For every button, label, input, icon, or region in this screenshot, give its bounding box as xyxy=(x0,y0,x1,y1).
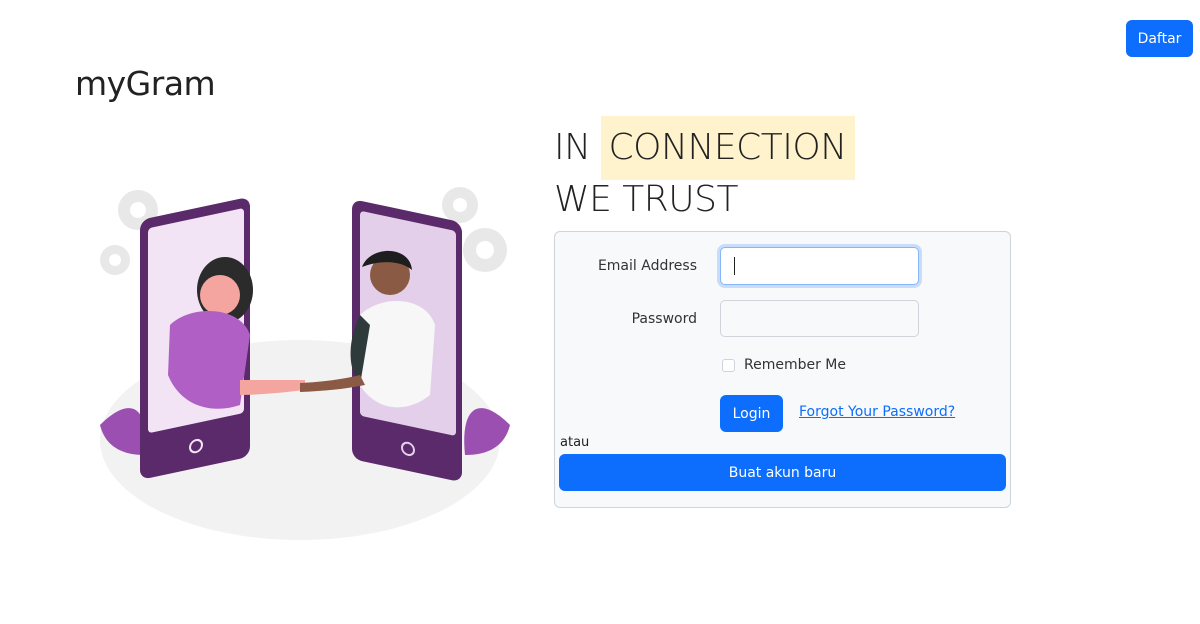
forgot-password-link[interactable]: Forgot Your Password? xyxy=(799,404,955,420)
hero-line1-highlight: CONNECTION xyxy=(600,116,855,180)
login-card: Email Address Password Remember Me Login… xyxy=(554,231,1011,508)
login-button[interactable]: Login xyxy=(720,395,783,432)
hero-line2: WE TRUST xyxy=(554,179,738,220)
brand-logo-text: myGram xyxy=(75,64,216,103)
hero-headline: IN CONNECTION WE TRUST xyxy=(554,116,855,218)
remember-checkbox[interactable] xyxy=(722,358,735,372)
register-button[interactable]: Daftar xyxy=(1126,20,1193,57)
handshake-illustration xyxy=(100,187,510,540)
hero-line1-prefix: IN xyxy=(554,127,591,168)
email-input[interactable] xyxy=(720,247,919,285)
email-label: Email Address xyxy=(597,258,697,274)
text-caret xyxy=(734,257,735,275)
password-input[interactable] xyxy=(720,300,919,337)
create-account-button[interactable]: Buat akun baru xyxy=(559,454,1006,491)
remember-label[interactable]: Remember Me xyxy=(744,357,846,373)
password-label: Password xyxy=(631,311,697,327)
separator-text: atau xyxy=(560,435,590,450)
